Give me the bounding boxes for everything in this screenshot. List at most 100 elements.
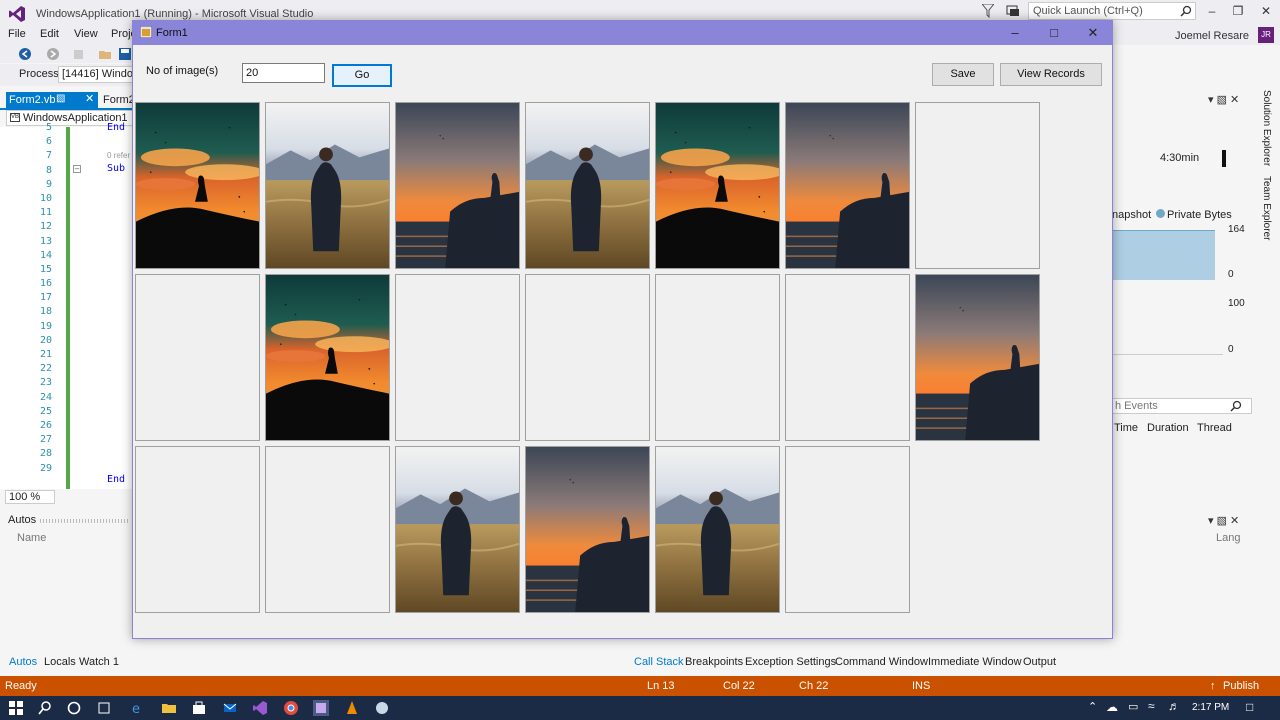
notifications-icon[interactable]: □ xyxy=(1246,700,1253,714)
picturebox-empty[interactable] xyxy=(525,274,650,441)
diagnostics-panel-controls[interactable]: ▾ ▧ ✕ xyxy=(1208,93,1239,106)
image-count-label: No of image(s) xyxy=(146,65,219,77)
system-tray-chevron-icon[interactable]: ⌃ xyxy=(1088,700,1097,713)
mail-icon[interactable] xyxy=(222,700,238,716)
running-form-app-icon[interactable] xyxy=(313,700,329,716)
go-button[interactable]: Go xyxy=(332,64,392,87)
publish-icon[interactable]: ↑ xyxy=(1210,680,1216,692)
side-tab-solution-explorer[interactable]: Solution Explorer xyxy=(1258,90,1272,170)
store-icon[interactable] xyxy=(191,700,207,716)
search-icon[interactable] xyxy=(1230,400,1242,412)
picturebox-empty[interactable] xyxy=(135,274,260,441)
tab-exception-settings[interactable]: Exception Settings xyxy=(745,656,836,668)
picturebox-grass-field[interactable] xyxy=(265,102,390,269)
save-button[interactable]: Save xyxy=(932,63,994,86)
tab-breakpoints[interactable]: Breakpoints xyxy=(685,656,743,668)
timeline-marker[interactable] xyxy=(1222,150,1226,167)
picturebox-empty[interactable] xyxy=(915,102,1040,269)
codelens-references[interactable]: 0 refer xyxy=(107,151,130,160)
volume-icon[interactable]: ♬ xyxy=(1168,699,1180,713)
picturebox-orange-cliff[interactable] xyxy=(395,102,520,269)
tab-immediate-window[interactable]: Immediate Window xyxy=(928,656,1022,668)
picturebox-orange-cliff[interactable] xyxy=(915,274,1040,441)
search-icon[interactable] xyxy=(37,700,53,716)
tab-locals[interactable]: Locals xyxy=(44,656,76,668)
vs-close-button[interactable]: ✕ xyxy=(1256,3,1276,19)
picturebox-empty[interactable] xyxy=(655,274,780,441)
clock[interactable]: 2:17 PM xyxy=(1192,702,1229,713)
quick-launch-input[interactable]: Quick Launch (Ctrl+Q) xyxy=(1028,2,1196,20)
image-count-input[interactable] xyxy=(242,63,325,83)
status-column: Col 22 xyxy=(723,680,755,692)
call-stack-panel-controls[interactable]: ▾ ▧ ✕ xyxy=(1208,514,1239,527)
line-number: 6 xyxy=(45,136,52,148)
pin-icon[interactable]: ▧ xyxy=(56,93,65,104)
status-publish[interactable]: Publish xyxy=(1223,680,1259,692)
panel-grip[interactable] xyxy=(40,519,130,523)
picturebox-sunset-cliff[interactable] xyxy=(655,102,780,269)
menu-file[interactable]: File xyxy=(8,28,26,40)
avatar[interactable]: JR xyxy=(1258,27,1274,43)
picturebox-grass-field[interactable] xyxy=(655,446,780,613)
wifi-icon[interactable]: ≈ xyxy=(1148,699,1155,713)
events-column-thread[interactable]: Thread xyxy=(1197,422,1232,434)
vlc-icon[interactable] xyxy=(344,700,360,716)
close-icon[interactable]: ✕ xyxy=(85,92,94,105)
windows-start-icon[interactable] xyxy=(8,700,24,716)
tab-output[interactable]: Output xyxy=(1023,656,1056,668)
picturebox-empty[interactable] xyxy=(395,274,520,441)
code-editor[interactable] xyxy=(0,127,140,489)
task-view-icon[interactable] xyxy=(96,700,112,716)
forward-icon[interactable] xyxy=(46,47,60,61)
zoom-level-dropdown[interactable]: 100 % xyxy=(5,490,55,504)
vs-restore-button[interactable]: ❐ xyxy=(1228,3,1248,19)
picturebox-empty[interactable] xyxy=(265,446,390,613)
events-column-time[interactable]: Time xyxy=(1114,422,1138,434)
call-stack-column-lang[interactable]: Lang xyxy=(1216,532,1240,544)
chrome-icon[interactable] xyxy=(283,700,299,716)
search-icon[interactable] xyxy=(1180,5,1192,17)
visual-studio-taskbar-icon[interactable] xyxy=(252,700,268,716)
autos-column-name[interactable]: Name xyxy=(17,532,46,544)
form-close-button[interactable]: ✕ xyxy=(1078,24,1108,42)
vs-minimize-button[interactable]: – xyxy=(1202,3,1222,19)
cortana-icon[interactable] xyxy=(66,700,82,716)
battery-icon[interactable]: ▭ xyxy=(1128,700,1138,713)
change-tracking-bar xyxy=(66,127,70,489)
onedrive-icon[interactable]: ☁ xyxy=(1106,700,1118,714)
collapse-icon[interactable]: – xyxy=(73,165,81,173)
picturebox-sunset-cliff[interactable] xyxy=(265,274,390,441)
line-number: 23 xyxy=(39,377,52,389)
form1-titlebar[interactable] xyxy=(133,21,1112,45)
picturebox-orange-cliff[interactable] xyxy=(525,446,650,613)
back-icon[interactable] xyxy=(18,47,32,61)
feedback-icon[interactable] xyxy=(1006,4,1020,18)
process-select[interactable]: [14416] Window xyxy=(58,66,138,83)
tab-command-window[interactable]: Command Window xyxy=(835,656,928,668)
form-maximize-button[interactable]: □ xyxy=(1039,24,1069,42)
menu-view[interactable]: View xyxy=(74,28,98,40)
view-records-button[interactable]: View Records xyxy=(1000,63,1102,86)
side-tab-team-explorer[interactable]: Team Explorer xyxy=(1258,176,1272,246)
tab-autos[interactable]: Autos xyxy=(9,656,37,668)
picturebox-grass-field[interactable] xyxy=(395,446,520,613)
edge-icon[interactable]: e xyxy=(130,700,146,716)
user-name[interactable]: Joemel Resare xyxy=(1175,30,1249,42)
menu-edit[interactable]: Edit xyxy=(40,28,59,40)
picturebox-grass-field[interactable] xyxy=(525,102,650,269)
picturebox-sunset-cliff[interactable] xyxy=(135,102,260,269)
file-explorer-icon[interactable] xyxy=(161,700,177,716)
picturebox-empty[interactable] xyxy=(135,446,260,613)
app-icon[interactable] xyxy=(374,700,390,716)
tab-watch-1[interactable]: Watch 1 xyxy=(79,656,119,668)
tab-call-stack[interactable]: Call Stack xyxy=(634,656,684,668)
open-file-icon[interactable] xyxy=(98,47,112,61)
events-column-duration[interactable]: Duration xyxy=(1147,422,1189,434)
filter-icon[interactable] xyxy=(982,4,994,18)
save-icon[interactable] xyxy=(118,47,132,61)
picturebox-empty[interactable] xyxy=(785,446,910,613)
new-project-icon[interactable] xyxy=(72,47,86,61)
picturebox-orange-cliff[interactable] xyxy=(785,102,910,269)
picturebox-empty[interactable] xyxy=(785,274,910,441)
form-minimize-button[interactable]: – xyxy=(1000,24,1030,42)
